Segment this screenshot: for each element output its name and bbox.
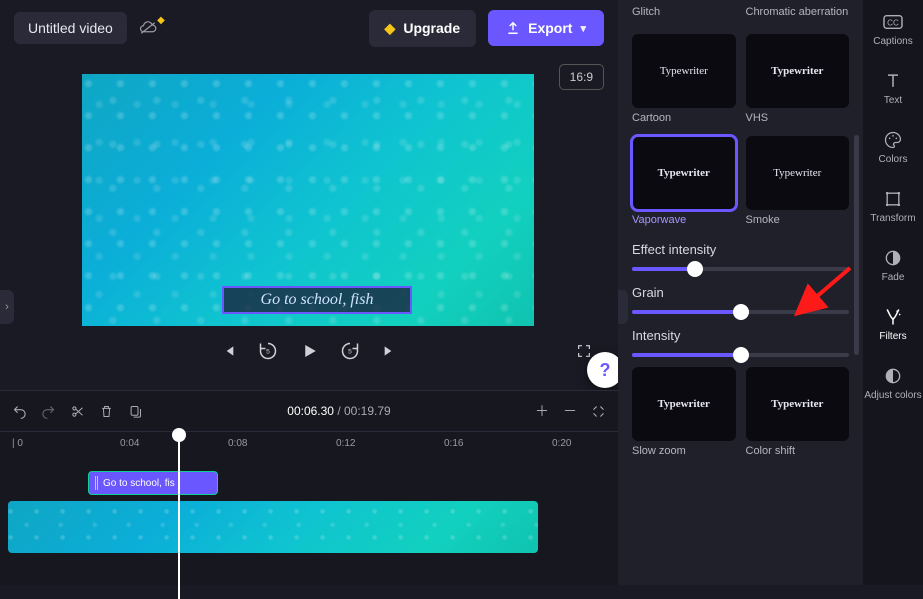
forward-5-button[interactable]: 5 <box>340 341 360 361</box>
diamond-icon: ◆ <box>157 15 165 26</box>
ruler-tick: 0:12 <box>336 438 355 449</box>
captions-icon: CC <box>882 12 904 32</box>
ruler-tick: 0:08 <box>228 438 247 449</box>
skip-back-button[interactable] <box>220 343 236 359</box>
caption-clip[interactable]: Go to school, fis <box>88 471 218 495</box>
text-icon <box>883 71 903 91</box>
svg-text:5: 5 <box>266 349 270 356</box>
effect-intensity-slider[interactable] <box>632 267 849 271</box>
slider-label: Intensity <box>632 328 849 343</box>
video-preview[interactable]: Go to school, fish <box>82 74 534 326</box>
delete-button[interactable] <box>99 404 114 419</box>
timeline-playhead[interactable] <box>178 432 180 599</box>
zoom-fit-button[interactable] <box>591 404 606 419</box>
slider-label: Effect intensity <box>632 242 849 257</box>
upgrade-button[interactable]: ◆ Upgrade <box>369 10 477 47</box>
fit-screen-button[interactable] <box>576 343 592 359</box>
rewind-5-button[interactable]: 5 <box>258 341 278 361</box>
sidebar-item-adjust-colors[interactable]: Adjust colors <box>863 358 923 409</box>
cloud-sync-off-icon[interactable]: ◆ <box>139 21 157 35</box>
upload-icon <box>506 21 520 35</box>
expand-left-panel-button[interactable]: › <box>0 290 14 324</box>
play-button[interactable] <box>300 342 318 360</box>
sidebar-item-colors[interactable]: Colors <box>863 122 923 173</box>
duplicate-button[interactable] <box>128 404 143 419</box>
timeline-toolbar: 00:06.30 / 00:19.79 ＋ － <box>0 391 618 431</box>
ruler-tick: 0:04 <box>120 438 139 449</box>
transform-icon <box>883 189 903 209</box>
player-controls: 5 5 ? ⌄ <box>0 326 618 376</box>
skip-forward-button[interactable] <box>382 343 398 359</box>
sidebar-label: Text <box>884 95 902 106</box>
filters-icon <box>883 307 903 327</box>
video-clip[interactable] <box>8 501 538 553</box>
intensity-control: Intensity <box>632 328 849 357</box>
video-caption[interactable]: Go to school, fish <box>222 286 412 314</box>
timeline: 00:06.30 / 00:19.79 ＋ － | 0 0:04 0:08 0:… <box>0 390 618 585</box>
sidebar-label: Fade <box>882 272 905 283</box>
filter-tile-vaporwave[interactable]: Typewriter Vaporwave <box>632 136 736 226</box>
filter-tile-vhs[interactable]: Typewriter VHS <box>746 34 850 124</box>
ruler-tick: 0:16 <box>444 438 463 449</box>
ruler-tick: | 0 <box>12 438 23 449</box>
svg-text:CC: CC <box>887 19 899 28</box>
diamond-icon: ◆ <box>385 20 396 37</box>
chevron-down-icon: ▾ <box>580 22 586 35</box>
expand-filter-panel-button[interactable]: ‹ <box>618 290 628 324</box>
filter-tile-slow-zoom[interactable]: Typewriter Slow zoom <box>632 367 736 457</box>
filter-panel: ‹ Glitch Chromatic aberration Typewriter… <box>618 0 863 585</box>
timeline-timecode: 00:06.30 / 00:19.79 <box>157 404 521 418</box>
export-label: Export <box>528 20 572 36</box>
right-sidebar: CC Captions Text Colors Transform Fade F… <box>863 0 923 585</box>
sidebar-label: Colors <box>879 154 908 165</box>
upgrade-label: Upgrade <box>403 20 460 36</box>
intensity-slider[interactable] <box>632 353 849 357</box>
zoom-out-button[interactable]: － <box>563 401 577 421</box>
timeline-tracks[interactable]: Go to school, fis <box>0 459 618 579</box>
ruler-tick: 0:20 <box>552 438 571 449</box>
panel-scrollbar[interactable] <box>854 135 859 495</box>
palette-icon <box>883 130 903 150</box>
clip-handle-left[interactable] <box>95 476 98 490</box>
sidebar-item-fade[interactable]: Fade <box>863 240 923 291</box>
aspect-ratio-chip[interactable]: 16:9 <box>559 64 604 90</box>
sidebar-item-text[interactable]: Text <box>863 63 923 114</box>
effect-intensity-control: Effect intensity <box>632 242 849 271</box>
svg-text:5: 5 <box>348 349 352 356</box>
sidebar-item-captions[interactable]: CC Captions <box>863 4 923 55</box>
filter-tile-color-shift[interactable]: Typewriter Color shift <box>746 367 850 457</box>
sidebar-label: Adjust colors <box>864 390 921 401</box>
redo-button[interactable] <box>41 404 56 419</box>
sidebar-item-transform[interactable]: Transform <box>863 181 923 232</box>
sidebar-label: Transform <box>870 213 915 224</box>
zoom-in-button[interactable]: ＋ <box>535 401 549 421</box>
slider-label: Grain <box>632 285 849 300</box>
grain-slider[interactable] <box>632 310 849 314</box>
filter-tile-label: Glitch <box>632 6 736 18</box>
sidebar-label: Captions <box>873 36 912 47</box>
project-title[interactable]: Untitled video <box>14 12 127 44</box>
export-button[interactable]: Export ▾ <box>488 10 604 46</box>
sidebar-item-filters[interactable]: Filters <box>863 299 923 350</box>
undo-button[interactable] <box>12 404 27 419</box>
topbar: Untitled video ◆ ◆ Upgrade Export ▾ <box>0 0 618 56</box>
grain-control: Grain <box>632 285 849 314</box>
caption-clip-label: Go to school, fis <box>103 478 175 489</box>
filter-tile-smoke[interactable]: Typewriter Smoke <box>746 136 850 226</box>
fade-icon <box>883 248 903 268</box>
split-clip-button[interactable] <box>70 404 85 419</box>
timeline-ruler[interactable]: | 0 0:04 0:08 0:12 0:16 0:20 <box>0 431 618 459</box>
preview-area: 16:9 Go to school, fish 5 5 ? ⌄ <box>0 56 618 376</box>
filter-tile-cartoon[interactable]: Typewriter Cartoon <box>632 34 736 124</box>
filter-tile-label: Chromatic aberration <box>746 6 850 18</box>
adjust-colors-icon <box>883 366 903 386</box>
sidebar-label: Filters <box>879 331 906 342</box>
